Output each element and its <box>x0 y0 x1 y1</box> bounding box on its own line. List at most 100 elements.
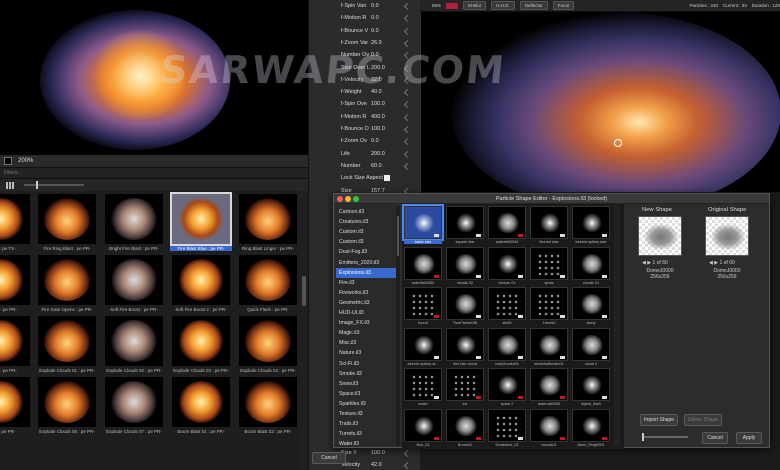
expand-arrow-icon[interactable] <box>403 52 412 60</box>
shape-thumbnail[interactable]: blurred spikey st... <box>404 327 442 368</box>
library-preset-item[interactable]: Smoke : pe PR- <box>0 316 32 376</box>
library-preset-item[interactable]: Fire Gate Opens : pe PR- <box>36 255 98 315</box>
property-value[interactable]: 0.0 <box>371 3 379 9</box>
shape-list-scrollbar[interactable] <box>396 206 400 446</box>
library-scrollbar[interactable] <box>300 191 308 470</box>
library-preset-item[interactable]: Soft Fire Boost : pe PR- <box>103 255 165 315</box>
lock-size-checkbox[interactable] <box>384 175 390 182</box>
expand-arrow-icon[interactable] <box>403 39 412 47</box>
record-color-swatch[interactable] <box>446 2 459 9</box>
expand-arrow-icon[interactable] <box>403 27 412 35</box>
shape-library-item[interactable]: Water.il3 <box>336 439 396 446</box>
shape-library-item[interactable]: HUD-UI.il3 <box>336 308 396 318</box>
expand-arrow-icon[interactable] <box>403 76 412 84</box>
shape-thumbnail[interactable]: found <box>404 287 442 327</box>
library-preset-item[interactable]: Explode Clouds 04 : pe PR- <box>237 316 299 376</box>
property-value[interactable]: 60.0 <box>371 163 382 169</box>
expand-arrow-icon[interactable] <box>403 461 412 470</box>
property-value[interactable]: 0.0 <box>371 28 379 34</box>
shape-library-item[interactable]: Sci-Fi.il3 <box>336 359 396 369</box>
expand-arrow-icon[interactable] <box>403 101 412 109</box>
property-row[interactable]: f-Bounce O 100.0 <box>309 124 421 136</box>
property-value[interactable]: 40.0 <box>371 89 382 95</box>
library-preset-item[interactable]: Boom Blast 01 : pe PR- <box>170 377 232 437</box>
library-preset-item[interactable]: Bright Fire Blast : pe PR- <box>103 194 165 254</box>
expand-arrow-icon[interactable] <box>403 2 412 11</box>
shape-thumbnail[interactable]: stony <box>572 287 610 327</box>
shape-thumbnail[interactable]: basic star <box>402 204 444 246</box>
shape-thumbnail[interactable]: cloud 2 <box>572 327 610 368</box>
expand-arrow-icon[interactable] <box>403 449 412 458</box>
shape-library-item[interactable]: Emitters_2020.il3 <box>336 258 396 268</box>
minimize-window-icon[interactable] <box>345 196 351 202</box>
library-preset-item[interactable]: Fire Blast Blue : pe PR- <box>170 192 232 254</box>
property-value[interactable]: 0.0 <box>371 15 379 21</box>
property-value[interactable]: 100.0 <box>371 450 385 456</box>
delete-shape-button[interactable]: Delete Shape <box>684 414 722 426</box>
expand-arrow-icon[interactable] <box>403 162 412 170</box>
shape-library-item[interactable]: Sparkles.il3 <box>336 399 396 409</box>
shape-thumbnail[interactable]: spots <box>530 246 568 287</box>
emitter-target-icon[interactable] <box>614 139 622 147</box>
library-preset-item[interactable]: Boom Blast 02 : pe PR- <box>237 377 299 437</box>
property-value[interactable]: 400.0 <box>371 114 385 120</box>
shape-library-item[interactable]: Cartoon.il3 <box>336 207 396 217</box>
new-shape-nav[interactable]: ◀ ▶ 1 of 60 <box>642 260 668 266</box>
shape-library-item[interactable]: Custom.il3 <box>336 237 396 247</box>
shape-library-item[interactable]: Trails.il3 <box>336 419 396 429</box>
shape-library-item[interactable]: Custom.il3 <box>336 227 396 237</box>
shape-thumbnail[interactable]: waterfall0040 <box>488 206 526 246</box>
shape-thumbnail[interactable]: Alpha_line0 <box>572 368 610 408</box>
property-row[interactable]: f-Spin Ove 100.0 <box>309 99 421 111</box>
cancel-button[interactable]: Cancel <box>702 432 728 444</box>
shape-library-item[interactable]: Fireworks.il3 <box>336 288 396 298</box>
expand-arrow-icon[interactable] <box>403 113 412 121</box>
background-color-swatch[interactable] <box>4 157 12 165</box>
property-value[interactable]: 200.0 <box>371 151 385 157</box>
shape-thumbnail[interactable]: ice <box>446 368 484 408</box>
original-shape-nav[interactable]: ◀ ▶ 1 of 60 <box>709 260 735 266</box>
viewport-zoom[interactable]: 85% <box>432 3 441 8</box>
shape-thumbnail[interactable]: blurred star <box>530 206 568 246</box>
zoom-window-icon[interactable] <box>353 196 359 202</box>
expand-arrow-icon[interactable] <box>403 64 412 72</box>
property-row[interactable]: f-Motion R 400.0 <box>309 112 421 124</box>
shape-thumbnail[interactable]: spark 2 <box>488 368 526 408</box>
shape-thumbnail[interactable]: dim blur cloud <box>446 327 484 368</box>
shape-library-item[interactable]: Dust-Fog.il3 <box>336 247 396 257</box>
hud-button[interactable]: H.U.D. <box>491 1 515 10</box>
main-viewport[interactable] <box>420 12 780 192</box>
property-value[interactable]: 42.0 <box>371 462 382 468</box>
shape-thumbnail[interactable]: texture 01 <box>488 246 526 287</box>
shape-library-item[interactable]: Creatures.il3 <box>336 217 396 227</box>
shape-thumbnail[interactable]: waterfall0080 <box>404 246 442 287</box>
expand-arrow-icon[interactable] <box>403 89 412 97</box>
preview-zoom-slider[interactable] <box>642 433 688 441</box>
shape-thumbnail[interactable]: f-trees0 <box>530 287 568 327</box>
property-row[interactable]: f-Weight 40.0 <box>309 87 421 99</box>
property-row[interactable]: Life 200.0 <box>309 149 421 161</box>
property-row[interactable]: f-Velocity 22.0 <box>309 75 421 87</box>
library-preset-item[interactable]: t Quick : pe PR- <box>0 255 32 315</box>
apply-button[interactable]: Apply <box>736 432 762 444</box>
shape-library-item[interactable]: Geometric.il3 <box>336 298 396 308</box>
property-value[interactable]: 22.0 <box>371 77 382 83</box>
shape-library-item[interactable]: Misc.il3 <box>336 338 396 348</box>
shape-thumbnail[interactable]: clouds 02 <box>446 246 484 287</box>
library-preset-item[interactable]: ds 05 : pe PR- <box>0 377 32 437</box>
shape-thumbnail[interactable]: Scratches_01 <box>488 408 526 449</box>
shape-library-item[interactable]: Explosions.il3 <box>336 267 396 278</box>
shape-thumbnail[interactable]: Atom_Ring0001 <box>572 408 610 449</box>
property-value[interactable]: 0.0 <box>371 138 379 144</box>
library-preset-item[interactable]: Fire Ring Blast : pe PR- <box>36 194 98 254</box>
shape-thumbnail[interactable]: asteroid0000 <box>530 368 568 408</box>
shape-thumbnail[interactable]: Blur_01 <box>404 408 442 449</box>
shape-library-item[interactable]: Nature.il3 <box>336 348 396 358</box>
shape-library-item[interactable]: Snow.il3 <box>336 379 396 389</box>
shape-library-item[interactable]: Texture.il3 <box>336 409 396 419</box>
deflector-button[interactable]: Deflector <box>519 1 548 10</box>
property-row[interactable]: Number 60.0 <box>309 161 421 173</box>
shape-library-item[interactable]: Space.il3 <box>336 389 396 399</box>
shape-thumbnail[interactable]: amoeba5moke01 <box>530 327 568 368</box>
shape-thumbnail[interactable]: blurred spikey star <box>572 206 610 246</box>
